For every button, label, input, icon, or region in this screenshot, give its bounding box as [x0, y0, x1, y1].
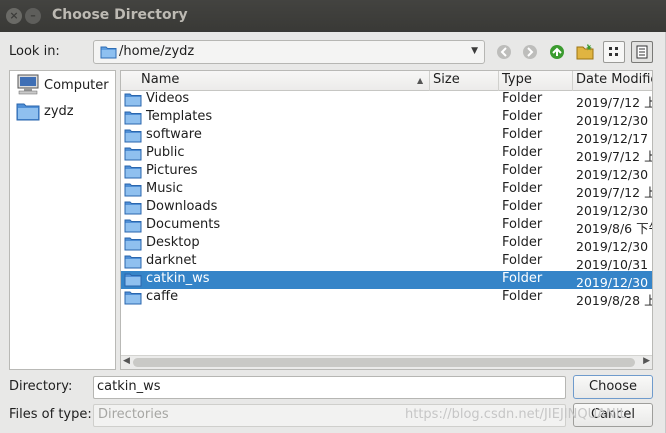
folder-icon: [124, 93, 142, 107]
scroll-left-icon[interactable]: ◀: [123, 356, 130, 366]
file-type: Folder: [502, 289, 543, 304]
arrow-right-icon[interactable]: [519, 41, 541, 63]
folder-icon: [124, 111, 142, 125]
table-row[interactable]: PublicFolder2019/7/12 上午: [121, 145, 652, 164]
file-name: caffe: [146, 289, 179, 304]
file-date: 2019/8/28 上午: [576, 293, 652, 308]
column-type[interactable]: Type: [499, 71, 573, 91]
scrollbar-thumb[interactable]: [133, 358, 635, 367]
file-type: Folder: [502, 91, 543, 106]
sidebar-item-label: Computer: [44, 78, 109, 93]
arrow-left-icon[interactable]: [493, 41, 515, 63]
file-type: Folder: [502, 181, 543, 196]
watermark: https://blog.csdn.net/JIEJINQUANIL: [405, 407, 627, 422]
home-folder-icon: [16, 103, 40, 121]
sidebar-item-zydz[interactable]: zydz: [14, 99, 114, 123]
files-of-type-label: Files of type:: [9, 407, 92, 422]
folder-icon: [124, 237, 142, 251]
column-name[interactable]: Name: [121, 71, 430, 91]
file-name: Music: [146, 181, 183, 196]
chevron-down-icon: ▼: [471, 46, 478, 56]
folder-icon: [124, 255, 142, 269]
table-row[interactable]: softwareFolder2019/12/17 下午: [121, 127, 652, 146]
sort-ascending-icon: ▲: [417, 76, 424, 85]
column-header: Name ▲ Size Type Date Modified: [121, 71, 652, 91]
file-type: Folder: [502, 271, 543, 286]
folder-icon: [124, 201, 142, 215]
look-in-label: Look in:: [9, 44, 60, 59]
detail-view-button[interactable]: [631, 41, 653, 63]
choose-directory-dialog: × – Choose Directory Look in: /home/zydz…: [0, 0, 666, 433]
folder-icon: [100, 46, 117, 59]
file-name: darknet: [146, 253, 197, 268]
folder-icon: [124, 165, 142, 179]
column-date[interactable]: Date Modified: [573, 71, 652, 91]
minimize-window-button[interactable]: –: [25, 8, 41, 24]
file-type: Folder: [502, 145, 543, 160]
file-type: Folder: [502, 217, 543, 232]
file-name: Videos: [146, 91, 190, 106]
title-bar: × – Choose Directory: [0, 0, 666, 32]
directory-label: Directory:: [9, 379, 73, 394]
table-row[interactable]: TemplatesFolder2019/12/30 下午: [121, 109, 652, 128]
table-row[interactable]: VideosFolder2019/7/12 上午: [121, 91, 652, 110]
close-window-button[interactable]: ×: [6, 8, 22, 24]
sidebar-item-label: zydz: [44, 104, 74, 119]
horizontal-scrollbar[interactable]: ◀ ▶: [121, 355, 652, 369]
folder-icon: [124, 147, 142, 161]
table-row[interactable]: MusicFolder2019/7/12 上午: [121, 181, 652, 200]
file-name: Documents: [146, 217, 221, 232]
file-list[interactable]: Name ▲ Size Type Date Modified Videos Fol…: [120, 70, 653, 370]
folder-icon: [124, 219, 142, 233]
folder-icon: [124, 129, 142, 143]
look-in-combo[interactable]: /home/zydz ▼: [93, 40, 485, 64]
scroll-right-icon[interactable]: ▶: [643, 356, 650, 366]
choose-button-label: Choose: [589, 379, 637, 394]
file-type: Folder: [502, 127, 543, 142]
column-size[interactable]: Size: [430, 71, 499, 91]
list-view-icon: [609, 47, 618, 56]
look-in-path: /home/zydz: [119, 44, 195, 59]
table-row[interactable]: caffe Folder 2019/8/28 上午: [121, 289, 652, 308]
file-type: Folder: [502, 109, 543, 124]
window-title: Choose Directory: [52, 7, 188, 23]
table-row[interactable]: DownloadsFolder2019/12/30 下午: [121, 199, 652, 218]
directory-input[interactable]: catkin_ws: [93, 376, 566, 399]
file-name: Public: [146, 145, 185, 160]
computer-icon: [17, 74, 39, 95]
file-name: Downloads: [146, 199, 218, 214]
choose-button[interactable]: Choose: [573, 375, 653, 399]
file-name: Pictures: [146, 163, 198, 178]
file-type: Folder: [502, 253, 543, 268]
file-name: Templates: [146, 109, 213, 124]
file-name: Desktop: [146, 235, 200, 250]
folder-icon: [124, 183, 142, 197]
new-folder-icon[interactable]: [574, 41, 596, 63]
file-type: Folder: [502, 235, 543, 250]
list-view-button[interactable]: [603, 41, 625, 63]
sidebar-item-computer[interactable]: Computer: [14, 73, 114, 97]
file-name: software: [146, 127, 202, 142]
table-row[interactable]: PicturesFolder2019/12/30 下午: [121, 163, 652, 182]
table-row[interactable]: catkin_wsFolder2019/12/30 下午: [121, 271, 652, 290]
file-type: Folder: [502, 163, 543, 178]
folder-icon: [124, 291, 142, 305]
places-sidebar: Computer zydz: [9, 70, 116, 370]
table-row[interactable]: Documents Folder 2019/8/6 下午: [121, 217, 652, 236]
table-row[interactable]: darknetFolder2019/10/31 上午: [121, 253, 652, 272]
detail-view-icon: [636, 45, 648, 59]
folder-icon: [124, 273, 142, 287]
table-row[interactable]: DesktopFolder2019/12/30 下午: [121, 235, 652, 254]
arrow-up-icon[interactable]: [546, 41, 568, 63]
file-type: Folder: [502, 199, 543, 214]
file-name: catkin_ws: [146, 271, 210, 286]
